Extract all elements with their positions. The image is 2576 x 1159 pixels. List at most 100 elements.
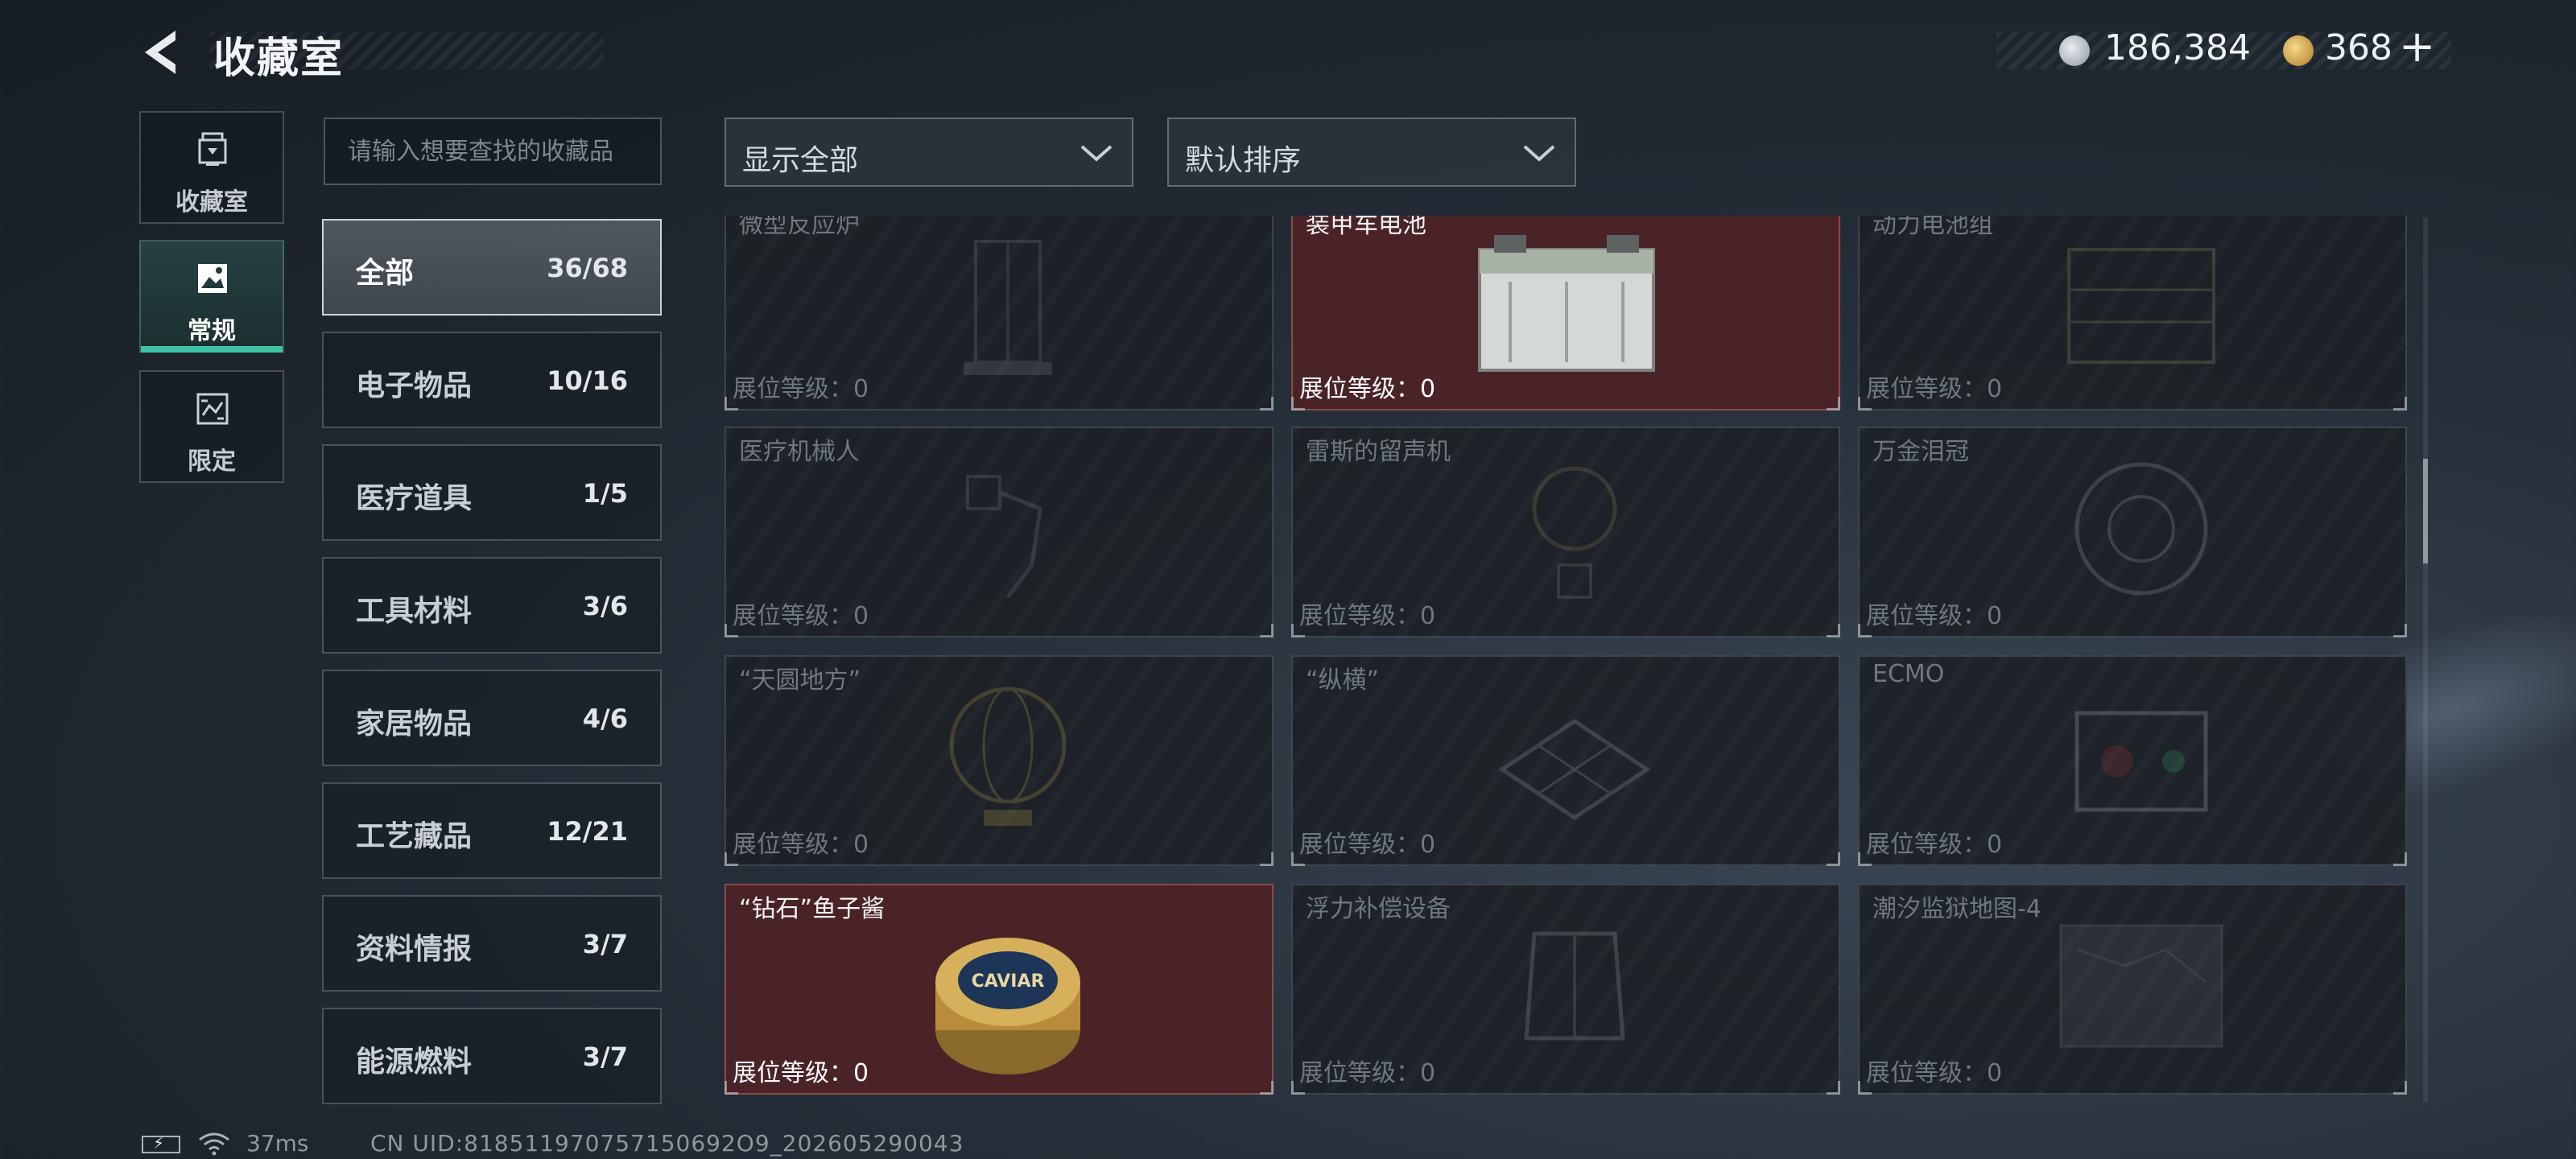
reactor-icon <box>964 240 1052 375</box>
category-all[interactable]: 全部 36/68 <box>322 219 662 316</box>
category-name: 全部 <box>356 257 415 290</box>
card-corner <box>1858 624 1872 637</box>
display-level-value: 0 <box>1987 831 2003 859</box>
nav-limited[interactable]: 限定 <box>139 370 284 483</box>
robot-icon <box>966 475 1042 599</box>
card-corner <box>2393 397 2407 410</box>
sort-value: 默认排序 <box>1185 144 1302 177</box>
card-corner <box>1291 852 1305 866</box>
card-corner <box>1291 397 1305 410</box>
category-name: 工艺藏品 <box>356 820 473 853</box>
display-level: 展位等级：0 <box>1866 824 2002 860</box>
category-home[interactable]: 家居物品 4/6 <box>322 670 662 766</box>
image-card-icon <box>198 264 227 293</box>
card-corner <box>724 1081 738 1095</box>
card-corner <box>1827 397 1840 410</box>
card-corner <box>1827 624 1840 637</box>
category-intel[interactable]: 资料情报 3/7 <box>322 895 662 992</box>
card-corner <box>1260 624 1274 637</box>
collectible-card[interactable]: “纵横” 展位等级：0 <box>1291 655 1840 866</box>
display-level-value: 0 <box>853 375 869 403</box>
display-level: 展位等级：0 <box>733 369 869 404</box>
ecmo-icon <box>2074 711 2208 812</box>
display-level: 展位等级：0 <box>1866 596 2002 631</box>
card-corner <box>2393 1081 2407 1095</box>
gramophone-icon <box>1532 466 1617 599</box>
caviar-tin-label: CAVIAR <box>972 971 1045 992</box>
display-filter-value: 显示全部 <box>742 144 859 177</box>
display-level-value: 0 <box>853 602 869 630</box>
category-crafts[interactable]: 工艺藏品 12/21 <box>322 782 662 879</box>
display-level-prefix: 展位等级： <box>733 1059 853 1087</box>
trophy-icon <box>198 132 227 166</box>
category-count: 3/7 <box>582 929 628 959</box>
category-name: 工具材料 <box>356 595 473 628</box>
silver-coin-icon <box>2059 35 2090 66</box>
chevron-down-icon <box>1080 145 1113 162</box>
buoyancy-device-icon <box>1524 931 1625 1041</box>
display-level-prefix: 展位等级： <box>1866 831 1987 859</box>
category-electronics[interactable]: 电子物品 10/16 <box>322 332 662 428</box>
display-filter-dropdown[interactable]: 显示全部 <box>724 118 1133 187</box>
collectible-name: 微型反应炉 <box>739 216 860 239</box>
grid-scrollbar[interactable] <box>2423 217 2428 1103</box>
category-tools[interactable]: 工具材料 3/6 <box>322 557 662 654</box>
nav-regular[interactable]: 常规 <box>139 240 284 353</box>
sort-dropdown[interactable]: 默认排序 <box>1167 118 1576 187</box>
wifi-icon <box>199 1132 229 1156</box>
limited-card-icon <box>196 393 229 425</box>
display-level-value: 0 <box>1420 831 1436 859</box>
nav-active-indicator <box>141 346 283 353</box>
display-level-value: 0 <box>1987 375 2003 403</box>
display-level-value: 0 <box>1420 375 1436 403</box>
display-level-value: 0 <box>1420 602 1436 630</box>
collectible-name: “纵横” <box>1306 666 1380 695</box>
category-count: 3/7 <box>582 1041 628 1072</box>
card-corner <box>1291 1081 1305 1095</box>
card-corner <box>724 624 738 637</box>
category-count: 36/68 <box>547 253 628 283</box>
display-level-value: 0 <box>853 1059 869 1087</box>
category-name: 医疗道具 <box>356 482 473 515</box>
category-energy[interactable]: 能源燃料 3/7 <box>322 1008 662 1104</box>
battery-icon <box>1478 235 1655 372</box>
display-level: 展位等级：0 <box>1299 1053 1435 1088</box>
map-icon <box>2059 924 2223 1048</box>
display-level-prefix: 展位等级： <box>1866 1059 1987 1087</box>
collectible-card[interactable]: 医疗机械人 展位等级：0 <box>724 427 1274 637</box>
display-level: 展位等级：0 <box>733 596 869 631</box>
category-count: 10/16 <box>547 365 628 396</box>
display-level-value: 0 <box>853 831 869 859</box>
collectible-card[interactable]: ECMO 展位等级：0 <box>1858 655 2407 866</box>
collectible-name: 雷斯的留声机 <box>1306 438 1451 466</box>
category-name: 资料情报 <box>356 933 473 966</box>
category-medical[interactable]: 医疗道具 1/5 <box>322 444 662 541</box>
charging-bolt-icon: ⚡ <box>153 1133 165 1153</box>
collectible-grid: 微型反应炉 展位等级：0 装甲车电池 展位等级：0 动力电池组 展位等级：0 医… <box>724 216 2415 1104</box>
collectible-card[interactable]: 雷斯的留声机 展位等级：0 <box>1291 427 1840 637</box>
back-button[interactable] <box>137 24 193 80</box>
collectible-card[interactable]: 浮力补偿设备 展位等级：0 <box>1291 884 1840 1095</box>
display-level-prefix: 展位等级： <box>1299 602 1420 630</box>
display-level-value: 0 <box>1987 1059 2003 1087</box>
nav-label: 限定 <box>188 448 236 476</box>
add-currency-button[interactable]: + <box>2399 21 2435 72</box>
card-corner <box>1260 397 1274 410</box>
collectible-card[interactable]: 动力电池组 展位等级：0 <box>1858 216 2407 410</box>
category-count: 3/6 <box>582 591 628 621</box>
collectible-card[interactable]: 微型反应炉 展位等级：0 <box>724 216 1274 410</box>
collectible-card[interactable]: 装甲车电池 展位等级：0 <box>1291 216 1840 410</box>
collectible-card[interactable]: CAVIAR “钻石”鱼子酱 展位等级：0 <box>724 884 1274 1095</box>
crown-icon <box>2074 462 2208 596</box>
grid-scrollbar-thumb[interactable] <box>2423 459 2428 563</box>
collectible-card[interactable]: 万金泪冠 展位等级：0 <box>1858 427 2407 637</box>
collectible-card[interactable]: 潮汐监狱地图-4 展位等级：0 <box>1858 884 2407 1095</box>
display-level-prefix: 展位等级： <box>1299 375 1420 403</box>
card-corner <box>1291 624 1305 637</box>
search-input[interactable] <box>324 118 662 185</box>
nav-collection-room[interactable]: 收藏室 <box>139 111 284 224</box>
collectible-card[interactable]: “天圆地方” 展位等级：0 <box>724 655 1274 866</box>
category-name: 能源燃料 <box>356 1046 473 1079</box>
display-level: 展位等级：0 <box>1299 824 1435 860</box>
card-corner <box>1260 1081 1274 1095</box>
